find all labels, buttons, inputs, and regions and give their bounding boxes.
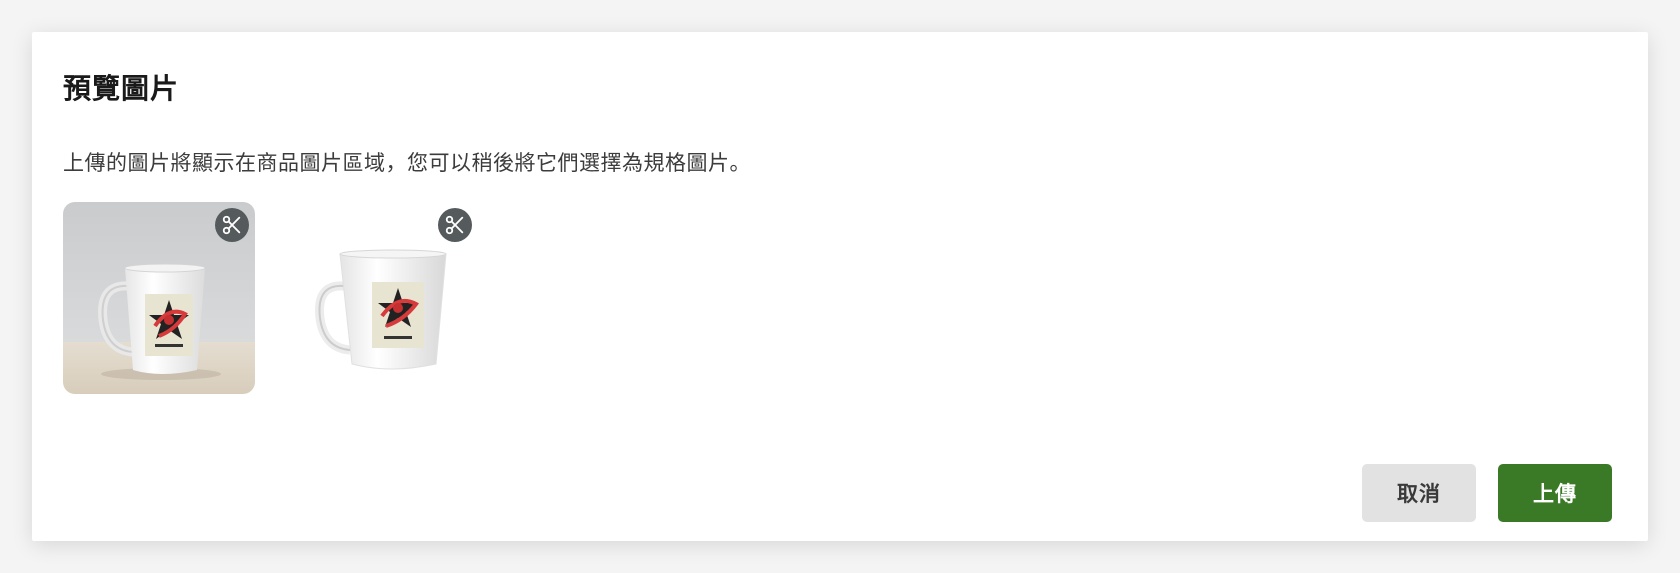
preview-dialog: 預覽圖片 上傳的圖片將顯示在商品圖片區域，您可以稍後將它們選擇為規格圖片。 取消… [32, 32, 1648, 541]
crop-button-1[interactable] [215, 208, 249, 242]
crop-button-2[interactable] [438, 208, 472, 242]
scissors-icon [445, 215, 464, 235]
cancel-button[interactable]: 取消 [1362, 464, 1476, 522]
dialog-title: 預覽圖片 [63, 72, 180, 105]
dialog-description: 上傳的圖片將顯示在商品圖片區域，您可以稍後將它們選擇為規格圖片。 [63, 151, 751, 175]
upload-button[interactable]: 上傳 [1498, 464, 1612, 522]
scissors-icon [222, 215, 241, 235]
